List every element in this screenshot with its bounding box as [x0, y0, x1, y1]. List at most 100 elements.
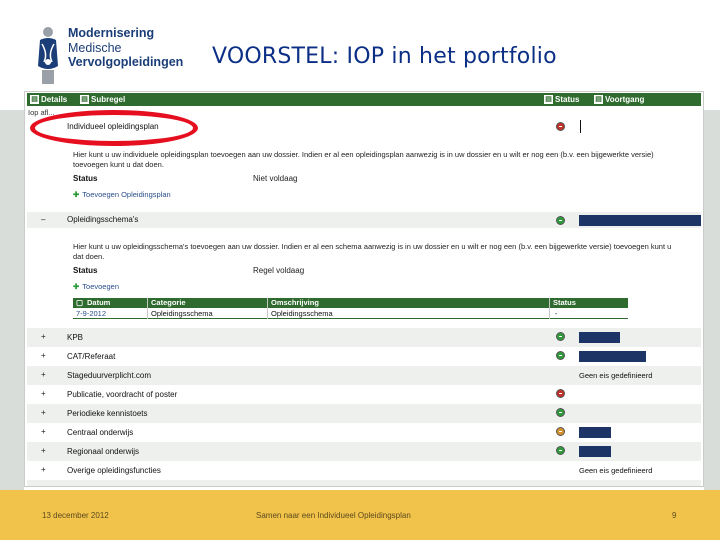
- schema-status-dot: [556, 216, 565, 225]
- add-schema-link[interactable]: ✚ Toevoegen: [73, 282, 119, 291]
- iop-progress-marker: [580, 120, 581, 133]
- list-item[interactable]: + Centraal onderwijs: [27, 423, 701, 442]
- expand-toggle[interactable]: +: [41, 465, 46, 474]
- voortgang-icon: ▤: [594, 95, 603, 104]
- portfolio-screenshot: ▤ Details ▤ Subregel ▤ Status ▤ Voortgang Io…: [24, 91, 704, 487]
- logo-figure-icon: [38, 27, 58, 84]
- logo-line-1: Modernisering: [68, 26, 155, 40]
- footer-page: 9: [672, 511, 677, 520]
- expand-toggle[interactable]: +: [41, 332, 46, 341]
- col-divider: [147, 298, 148, 319]
- progress-bar: [579, 351, 646, 362]
- logo-line-2: Medische: [68, 40, 122, 55]
- col-icon: ▢: [76, 298, 84, 307]
- status-dot: [556, 389, 565, 398]
- subregel-icon: ▤: [80, 95, 89, 104]
- logo-line-3: Vervolgopleidingen: [68, 55, 184, 69]
- tab-status-label: Status: [555, 95, 580, 104]
- schema-table: ▢ Datum Categorie Omschrijving Status 7-…: [73, 298, 628, 319]
- table-row[interactable]: 7-9-2012 Opleidingsschema Opleidingssche…: [73, 308, 628, 319]
- add-icon: ✚: [73, 282, 80, 291]
- iop-status-dot: [556, 122, 565, 131]
- col-divider: [267, 298, 268, 319]
- add-opleidingsplan-link[interactable]: ✚ Toevoegen Opleidingsplan: [73, 190, 171, 199]
- list-item[interactable]: + Periodieke kennistoets: [27, 404, 701, 423]
- tab-subregel-label: Subregel: [91, 95, 126, 104]
- item-label: CAT/Referaat: [67, 352, 116, 361]
- iop-status-value: Niet voldaag: [253, 174, 298, 183]
- expand-toggle[interactable]: +: [41, 484, 46, 486]
- row-opleidingsschema[interactable]: – Opleidingsschema's: [27, 212, 701, 228]
- tab-voortgang-label: Voortgang: [605, 95, 645, 104]
- expand-toggle[interactable]: +: [41, 427, 46, 436]
- add-icon: ✚: [73, 190, 80, 199]
- list-item[interactable]: + Publicatie, voordracht of poster: [27, 385, 701, 404]
- logo: Modernisering Medische Vervolgopleidinge…: [32, 26, 184, 88]
- schema-progress-bar: [579, 215, 701, 226]
- slide-title: VOORSTEL: IOP in het portfolio: [212, 44, 557, 69]
- item-label: Centraal onderwijs: [67, 428, 134, 437]
- collapse-toggle[interactable]: –: [41, 215, 45, 224]
- cell-datum[interactable]: 7-9-2012: [76, 308, 106, 319]
- item-label: Overige activiteiten/documenten (b.v. pr…: [67, 485, 247, 486]
- highlight-ellipse: [30, 110, 198, 146]
- item-label: Overige opleidingsfuncties: [67, 466, 161, 475]
- progress-text: Geen eis gedefinieerd: [579, 466, 653, 475]
- progress-text: Geen eis gedefinieerd: [579, 485, 652, 486]
- expand-toggle[interactable]: +: [41, 408, 46, 417]
- item-label: KPB: [67, 333, 84, 342]
- progress-bar: [579, 332, 620, 343]
- footer-title: Samen naar een Individueel Opleidingspla…: [256, 511, 411, 520]
- schema-status-value: Regel voldaag: [253, 266, 305, 275]
- details-icon: ▤: [30, 95, 39, 104]
- item-label: Stageduurverplicht.com: [67, 371, 152, 380]
- cell-categorie: Opleidingsschema: [151, 309, 213, 318]
- add-opleidingsplan-label: Toevoegen Opleidingsplan: [82, 190, 171, 199]
- progress-bar: [579, 446, 611, 457]
- status-dot: [556, 427, 565, 436]
- header-bar: ▤ Details ▤ Subregel ▤ Status ▤ Voortgang: [27, 93, 701, 106]
- expand-toggle[interactable]: +: [41, 370, 46, 379]
- status-dot: [556, 351, 565, 360]
- col-categorie[interactable]: Categorie: [151, 298, 186, 308]
- schema-status-label: Status: [73, 266, 98, 275]
- item-label: Publicatie, voordracht of poster: [67, 390, 178, 399]
- expand-toggle[interactable]: +: [41, 389, 46, 398]
- list-item[interactable]: + Overige opleidingsfuncties Geen eis gede…: [27, 461, 701, 480]
- list-item[interactable]: + Regionaal onderwijs: [27, 442, 701, 461]
- tab-status[interactable]: ▤ Status: [543, 94, 579, 105]
- iop-status-label: Status: [73, 174, 98, 183]
- list-item[interactable]: + KPB: [27, 328, 701, 347]
- cell-omschrijving: Opleidingsschema: [271, 309, 333, 318]
- expand-toggle[interactable]: +: [41, 446, 46, 455]
- footer: 13 december 2012 Samen naar een Individu…: [0, 490, 720, 540]
- tab-voortgang[interactable]: ▤ Voortgang: [593, 94, 644, 105]
- right-band: [704, 110, 720, 490]
- cell-status: -: [555, 309, 558, 318]
- item-label: Regionaal onderwijs: [67, 447, 140, 456]
- table-header: ▢ Datum Categorie Omschrijving Status: [73, 298, 628, 308]
- col-divider: [549, 298, 550, 319]
- status-dot: [556, 446, 565, 455]
- list-item[interactable]: + Overige activiteiten/documenten (b.v. p…: [27, 480, 701, 486]
- list-item[interactable]: + CAT/Referaat: [27, 347, 701, 366]
- status-dot: [556, 408, 565, 417]
- col-datum[interactable]: Datum: [87, 298, 110, 308]
- tab-details-label: Details: [41, 95, 68, 104]
- footer-date: 13 december 2012: [42, 511, 109, 520]
- status-dot: [556, 332, 565, 341]
- progress-bar: [579, 427, 611, 438]
- progress-text: Geen eis gedefinieerd: [579, 371, 653, 380]
- tab-details[interactable]: ▤ Details: [29, 94, 67, 105]
- left-band: [0, 110, 24, 490]
- col-status[interactable]: Status: [553, 298, 576, 308]
- expand-toggle[interactable]: +: [41, 351, 46, 360]
- add-schema-label: Toevoegen: [82, 282, 119, 291]
- tab-subregel[interactable]: ▤ Subregel: [79, 94, 125, 105]
- col-omschrijving[interactable]: Omschrijving: [271, 298, 319, 308]
- status-icon: ▤: [544, 95, 553, 104]
- schema-description: Hier kunt u uw opleidingsschema's toevoe…: [73, 242, 672, 261]
- schema-label: Opleidingsschema's: [67, 215, 139, 224]
- item-label: Periodieke kennistoets: [67, 409, 148, 418]
- list-item[interactable]: + Stageduurverplicht.com Geen eis gedefini…: [27, 366, 701, 385]
